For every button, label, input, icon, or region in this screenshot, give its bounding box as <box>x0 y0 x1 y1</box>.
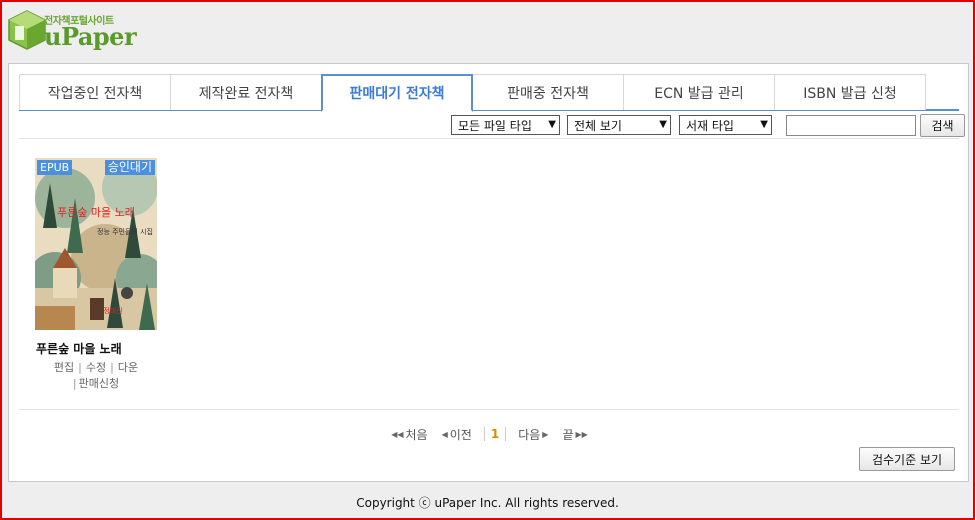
tab-label: ECN 발급 관리 <box>654 85 744 102</box>
separator: | <box>78 361 82 374</box>
separator: | <box>110 361 114 374</box>
main-panel: 작업중인 전자책 제작완료 전자책 판매대기 전자책 판매중 전자책 ECN 발… <box>8 63 969 482</box>
pager-first[interactable]: ◀◀ 처음 <box>389 426 427 443</box>
cover-title-text: 푸른숲 마을 노래 <box>57 206 135 219</box>
cover-author-text: 정태신 <box>103 306 122 315</box>
pager-prev-label: 이전 <box>449 427 472 442</box>
tab-label: 판매중 전자책 <box>507 85 589 102</box>
separator: | <box>72 377 77 390</box>
chevron-left-icon: ◀ <box>441 429 448 439</box>
book-type-select[interactable]: 서재 타입 ▼ <box>679 115 772 135</box>
pager-current-page[interactable]: 1 <box>483 427 507 441</box>
book-title[interactable]: 푸른숲 마을 노래 <box>35 340 160 357</box>
pager-last[interactable]: 끝 ▶▶ <box>562 426 589 443</box>
tab-pending-sale[interactable]: 판매대기 전자책 <box>321 74 473 112</box>
sale-request-link[interactable]: 판매신청 <box>79 377 119 390</box>
tab-ecn[interactable]: ECN 발급 관리 <box>623 74 775 110</box>
modify-link[interactable]: 수정 <box>86 361 106 374</box>
pager-next[interactable]: 다음 ▶ <box>518 426 550 443</box>
book-cover[interactable]: 푸른숲 마을 노래 정능 주민들의 시집 정태신 EPUB 승인대기 <box>35 158 157 330</box>
book-cover-illustration: 푸른숲 마을 노래 정능 주민들의 시집 정태신 <box>35 158 157 330</box>
logo-cube-icon <box>8 10 46 50</box>
tab-label: 제작완료 전자책 <box>198 85 294 102</box>
chevron-down-icon: ▼ <box>760 119 768 130</box>
tab-isbn[interactable]: ISBN 발급 신청 <box>774 74 926 110</box>
search-input[interactable] <box>786 115 916 136</box>
tab-label: 판매대기 전자책 <box>349 86 445 102</box>
pager-last-label: 끝 <box>562 427 574 442</box>
view-value: 전체 보기 <box>574 118 622 133</box>
chevron-down-icon: ▼ <box>548 119 556 130</box>
tab-on-sale[interactable]: 판매중 전자책 <box>472 74 624 110</box>
view-select[interactable]: 전체 보기 ▼ <box>567 115 671 135</box>
book-type-value: 서재 타입 <box>686 118 734 133</box>
double-chevron-right-icon: ▶▶ <box>575 429 588 439</box>
pager-first-label: 처음 <box>405 427 428 442</box>
tab-label: 작업중인 전자책 <box>47 85 143 102</box>
pager-prev[interactable]: ◀ 이전 <box>440 426 472 443</box>
logo[interactable]: 전자책포털사이트 uPaper <box>8 8 138 52</box>
tab-bar: 작업중인 전자책 제작완료 전자책 판매대기 전자책 판매중 전자책 ECN 발… <box>19 74 959 112</box>
download-link[interactable]: 다운 <box>118 361 138 374</box>
book-card: 푸른숲 마을 노래 정능 주민들의 시집 정태신 EPUB 승인대기 푸른숲 마… <box>35 158 160 392</box>
content-divider <box>19 409 959 410</box>
filter-bar: 모든 파일 타입 ▼ 전체 보기 ▼ 서재 타입 ▼ 검색 <box>19 113 965 139</box>
review-criteria-button[interactable]: 검수기준 보기 <box>859 447 955 471</box>
format-badge: EPUB <box>37 160 73 175</box>
edit-link[interactable]: 편집 <box>54 361 74 374</box>
chevron-right-icon: ▶ <box>542 429 549 439</box>
pager-next-label: 다음 <box>518 427 541 442</box>
search-button[interactable]: 검색 <box>920 114 965 137</box>
status-badge: 승인대기 <box>104 160 155 175</box>
tab-in-progress[interactable]: 작업중인 전자책 <box>19 74 171 110</box>
file-type-value: 모든 파일 타입 <box>458 118 532 133</box>
footer-copyright: Copyright ⓒ uPaper Inc. All rights reser… <box>356 496 619 510</box>
logo-wordmark: uPaper <box>44 22 137 51</box>
tab-completed[interactable]: 제작완료 전자책 <box>170 74 322 110</box>
double-chevron-left-icon: ◀◀ <box>391 429 404 439</box>
file-type-select[interactable]: 모든 파일 타입 ▼ <box>451 115 560 135</box>
pagination: ◀◀ 처음 ◀ 이전 1 다음 ▶ 끝 ▶▶ <box>9 424 970 444</box>
chevron-down-icon: ▼ <box>659 119 667 130</box>
cover-subtitle-text: 정능 주민들의 시집 <box>97 227 153 236</box>
book-actions: 편집 | 수정 | 다운 | 판매신청 <box>35 360 157 392</box>
tab-label: ISBN 발급 신청 <box>803 85 897 102</box>
